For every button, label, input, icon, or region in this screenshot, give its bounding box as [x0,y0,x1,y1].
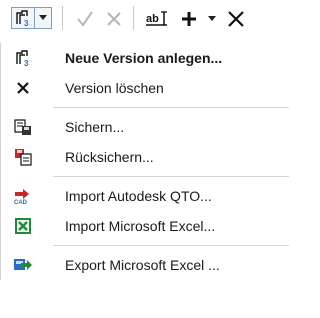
small-dropdown-icon[interactable] [204,10,220,28]
menu-item-new-version[interactable]: 3 Neue Version anlegen... [1,43,297,73]
svg-text:3: 3 [24,59,29,67]
menu-item-label: Import Microsoft Excel... [65,218,216,234]
menu-item-label: Sichern... [65,119,125,135]
menu-item-delete-version[interactable]: Version löschen [1,73,297,103]
close-icon[interactable] [103,8,125,30]
toolbar: 3 ab [0,0,297,37]
new-version-icon: 3 [13,48,33,68]
menu-separator [53,245,289,246]
export-arrow-icon [13,255,33,275]
svg-text:ab: ab [146,13,159,25]
close-icon[interactable] [225,8,247,30]
cad-import-icon: CAD [13,186,33,206]
delete-x-icon [13,78,33,98]
restore-icon [13,147,33,167]
plus-icon[interactable] [178,8,200,30]
menu-item-label: Import Autodesk QTO... [65,188,212,204]
menu-item-label: Export Microsoft Excel ... [65,257,220,273]
menu-item-label: Version löschen [65,80,164,96]
rename-text-icon[interactable]: ab [144,8,170,30]
menu-item-backup[interactable]: Sichern... [1,112,297,142]
menu-item-import-autodesk-qto[interactable]: CAD Import Autodesk QTO... [1,181,297,211]
version-split-button[interactable]: 3 [11,7,52,29]
menu-separator [53,176,289,177]
menu-separator [53,107,289,108]
menu-item-restore[interactable]: Rücksichern... [1,142,297,172]
version-menu: 3 Neue Version anlegen... Version lösche… [0,43,297,280]
version-icon[interactable]: 3 [12,8,34,28]
backup-icon [13,117,33,137]
menu-item-label: Rücksichern... [65,149,154,165]
menu-item-label: Neue Version anlegen... [65,50,223,66]
svg-text:CAD: CAD [14,200,28,205]
check-icon[interactable] [74,8,96,30]
menu-item-import-excel[interactable]: Import Microsoft Excel... [1,211,297,241]
chevron-down-icon[interactable] [35,14,51,22]
excel-icon [13,216,33,236]
menu-item-export-excel[interactable]: Export Microsoft Excel ... [1,250,297,280]
svg-text:3: 3 [24,19,29,27]
